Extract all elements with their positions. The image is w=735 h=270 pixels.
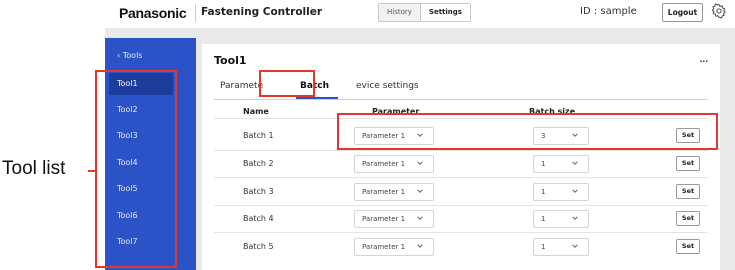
batch-size-select[interactable]: 1 [533, 183, 589, 201]
parameter-value: Parameter 1 [362, 188, 406, 196]
parameter-value: Parameter 1 [362, 215, 406, 223]
chevron-down-icon [417, 161, 423, 165]
chevron-down-icon [417, 244, 423, 248]
page-title: Tool1 [214, 54, 247, 67]
batch-name: Batch 4 [243, 214, 274, 223]
header-divider [195, 4, 196, 22]
parameter-select[interactable]: Parameter 1 [354, 183, 434, 201]
chevron-down-icon [572, 189, 578, 193]
app-title: Fastening Controller [201, 6, 323, 18]
batch-size-select[interactable]: 1 [533, 238, 589, 256]
brand-logo: Panasonic [119, 5, 187, 21]
callout-connector [88, 170, 97, 172]
table-row: Batch 5 Parameter 1 1 Set [214, 234, 708, 260]
batch-size-select[interactable]: 1 [533, 155, 589, 173]
parameter-value: Parameter 1 [362, 160, 406, 168]
chevron-down-icon [572, 161, 578, 165]
batch-tab-highlight [259, 70, 315, 97]
table-row: Batch 3 Parameter 1 1 Set [214, 179, 708, 205]
chevron-down-icon [572, 244, 578, 248]
tools-back-link[interactable]: ‹ Tools [117, 51, 142, 60]
batch-name: Batch 1 [243, 131, 274, 140]
tab-parameter[interactable]: Paramete [220, 81, 263, 91]
top-header: Panasonic Fastening Controller History S… [105, 0, 735, 26]
batch-size-value: 1 [541, 243, 546, 251]
batch-size-value: 1 [541, 188, 546, 196]
more-menu-icon[interactable]: ... [700, 54, 708, 65]
tab-device-settings[interactable]: evice settings [356, 81, 419, 91]
column-header-name: Name [243, 107, 269, 116]
set-button[interactable]: Set [676, 239, 700, 254]
parameter-select[interactable]: Parameter 1 [354, 238, 434, 256]
chevron-down-icon [417, 216, 423, 220]
batch1-row-highlight [337, 113, 718, 150]
chevron-down-icon [417, 189, 423, 193]
settings-button[interactable]: Settings [419, 4, 470, 21]
gear-icon[interactable] [711, 2, 727, 20]
user-id: ID : sample [580, 6, 637, 17]
set-button[interactable]: Set [676, 156, 700, 171]
set-button[interactable]: Set [676, 184, 700, 199]
batch-name: Batch 3 [243, 187, 274, 196]
batch-size-value: 1 [541, 215, 546, 223]
parameter-value: Parameter 1 [362, 243, 406, 251]
parameter-select[interactable]: Parameter 1 [354, 155, 434, 173]
row-divider [214, 177, 708, 178]
set-button[interactable]: Set [676, 211, 700, 226]
parameter-select[interactable]: Parameter 1 [354, 210, 434, 228]
history-button[interactable]: History [379, 4, 420, 21]
tool-list-highlight [95, 70, 177, 268]
batch-name: Batch 5 [243, 242, 274, 251]
tools-back-label: Tools [122, 51, 143, 60]
chevron-down-icon [572, 216, 578, 220]
batch-name: Batch 2 [243, 159, 274, 168]
table-row: Batch 2 Parameter 1 1 Set [214, 151, 708, 177]
row-divider [214, 232, 708, 233]
header-strip [105, 28, 735, 38]
batch-size-select[interactable]: 1 [533, 210, 589, 228]
view-switcher: History Settings [378, 3, 471, 22]
logout-button[interactable]: Logout [662, 3, 703, 22]
table-row: Batch 4 Parameter 1 1 Set [214, 206, 708, 232]
tool-list-callout: Tool list [2, 158, 66, 179]
active-tab-indicator [296, 97, 338, 99]
batch-size-value: 1 [541, 160, 546, 168]
